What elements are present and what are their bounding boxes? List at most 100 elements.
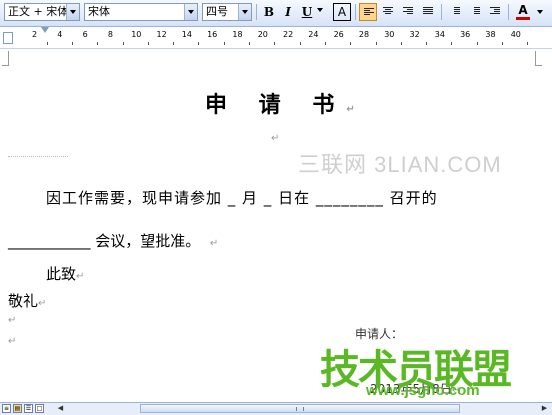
first-line-indent-marker[interactable] (41, 27, 49, 33)
font-color-swatch (516, 17, 530, 20)
ruler-tick (97, 42, 99, 45)
bullets-button[interactable] (466, 3, 484, 21)
ruler-tick (350, 42, 352, 45)
ruler-number: 6 (82, 30, 88, 39)
page-corner-marker (2, 51, 9, 66)
chevron-down-icon[interactable] (238, 4, 251, 20)
paragraph-mark: ↵ (38, 298, 47, 309)
align-left-icon (364, 8, 374, 17)
scroll-right-icon[interactable]: ▶ (540, 404, 549, 413)
ruler-number: 30 (384, 30, 395, 39)
font-color-chevron-icon[interactable] (537, 10, 543, 14)
underline-button[interactable]: U (298, 3, 316, 21)
numbered-list-icon (450, 7, 460, 16)
brand-url-watermark: www.jsgho.com (366, 382, 480, 399)
font-size-value: 四号 (206, 5, 228, 18)
page-corner-marker (535, 51, 542, 66)
ruler-number: 22 (283, 30, 294, 39)
outline-view-button[interactable]: ☰ (24, 404, 33, 413)
underline-options-chevron-icon[interactable] (317, 8, 323, 12)
ruler-number: 14 (181, 30, 192, 39)
justify-button[interactable] (419, 3, 437, 21)
ruler-number: 10 (131, 30, 142, 39)
ruler-tick (299, 42, 301, 45)
font-size-dropdown[interactable]: 四号 (202, 3, 252, 21)
ruler-tick (173, 42, 175, 45)
toolbar-separator (355, 4, 356, 20)
toolbar-separator (508, 4, 509, 20)
view-and-scroll-bar: ≡ ▤ ☰ □ ◀ ▶ (0, 402, 552, 415)
ruler-number: 32 (409, 30, 420, 39)
scroll-left-icon[interactable]: ◀ (56, 404, 65, 413)
document-page[interactable]: 申 请 书↵ ↵ 三联网 3LIAN.COM 因工作需要，现申请参加 _ 月 _… (0, 49, 552, 402)
closing-salutation: 此致↵ (46, 265, 85, 283)
ruler-tick (324, 42, 326, 45)
decrease-indent-button[interactable] (486, 3, 504, 21)
paragraph-mark: ↵ (209, 238, 219, 249)
font-value: 宋体 (88, 5, 110, 18)
align-right-icon (403, 7, 413, 16)
tab-stop-selector[interactable] (3, 32, 13, 44)
align-center-button[interactable] (379, 3, 397, 21)
ruler-tick (223, 42, 225, 45)
justify-icon (423, 7, 433, 16)
paragraph-mark: ↵ (76, 271, 85, 282)
ruler-tick (527, 42, 529, 45)
align-center-icon (383, 7, 393, 16)
font-color-button[interactable]: A (514, 3, 532, 21)
paragraph-mark: ↵ (346, 104, 367, 115)
chevron-down-icon[interactable] (66, 4, 79, 20)
ruler-number: 24 (308, 30, 319, 39)
horizontal-scrollbar-thumb[interactable] (140, 404, 460, 413)
toolbar-separator (256, 4, 257, 20)
closing-regards: 敬礼↵ (8, 292, 47, 310)
chevron-down-icon[interactable] (184, 4, 197, 20)
document-title: 申 请 书↵ (205, 93, 367, 118)
italic-button[interactable]: I (279, 3, 297, 21)
bulleted-list-icon (470, 7, 480, 16)
body-line-2: ___________ 会议，望批准。 ↵ (8, 232, 219, 250)
ruler-tick (426, 42, 428, 45)
page-view-button[interactable]: ▤ (13, 404, 22, 413)
paragraph-mark: ↵ (8, 336, 17, 347)
paragraph-mark: ↵ (271, 133, 280, 144)
ruler-tick (274, 42, 276, 45)
body-line-1: 因工作需要，现申请参加 _ 月 _ 日在 ________ 召开的 (46, 189, 438, 207)
align-left-button[interactable] (359, 3, 377, 21)
font-dropdown[interactable]: 宋体 (84, 3, 198, 21)
toolbar-separator (441, 4, 442, 20)
ruler-number: 28 (358, 30, 370, 39)
font-color-icon: A (518, 3, 528, 17)
dotted-line (8, 156, 68, 158)
normal-view-button[interactable]: ≡ (2, 404, 11, 413)
formatting-toolbar: 正文 + 宋体 宋体 四号 B I U A A (0, 0, 552, 27)
scrollbar-grip-icon (296, 407, 304, 411)
ruler-number: 12 (156, 30, 167, 39)
paragraph-mark: ↵ (8, 315, 17, 326)
ruler-number: 8 (107, 30, 113, 39)
ruler-number: 2 (32, 30, 38, 39)
ruler-number: 26 (333, 30, 344, 39)
style-dropdown[interactable]: 正文 + 宋体 (4, 3, 80, 21)
indent-icon (490, 7, 500, 16)
ruler-number: 40 (510, 30, 521, 39)
ruler-tick (71, 42, 73, 45)
ruler-tick (198, 42, 200, 45)
horizontal-ruler[interactable]: 2 4 6 8 10 12 14 16 18 20 22 24 26 28 30 32 34 36 38 40 (0, 27, 552, 49)
ruler-tick (375, 42, 377, 45)
ruler-tick (400, 42, 402, 45)
style-value: 正文 + 宋体 (8, 5, 69, 18)
ruler-tick (476, 42, 478, 45)
bold-button[interactable]: B (260, 3, 278, 21)
ruler-number: 34 (434, 30, 445, 39)
site-watermark: 三联网 3LIAN.COM (298, 152, 502, 177)
character-border-button[interactable]: A (333, 3, 351, 21)
ruler-tick (502, 42, 504, 45)
ruler-number: 38 (485, 30, 496, 39)
ruler-tick (451, 42, 453, 45)
reading-view-button[interactable]: □ (35, 404, 44, 413)
ruler-number: 4 (57, 30, 63, 39)
ruler-number: 20 (257, 30, 268, 39)
numbering-button[interactable] (446, 3, 464, 21)
align-right-button[interactable] (399, 3, 417, 21)
